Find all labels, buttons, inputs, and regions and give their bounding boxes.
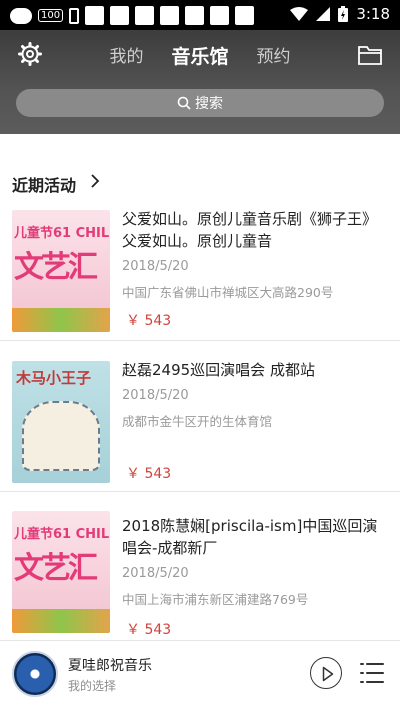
play-icon — [322, 666, 334, 682]
event-date: 2018/5/20 — [122, 388, 189, 403]
app-notification-icon — [185, 6, 205, 25]
system-status: 3:18 — [290, 5, 390, 23]
event-address: 中国广东省佛山市禅城区大高路290号 — [122, 285, 334, 300]
event-address: 成都市金牛区开的生体育馆 — [122, 414, 273, 429]
app-notification-icon — [135, 6, 155, 25]
app-notification-icon — [85, 6, 105, 25]
section-title[interactable]: 近期活动 — [12, 172, 76, 196]
event-address: 中国上海市浦东新区浦建路769号 — [122, 592, 309, 607]
event-title: 父爱如山。原创儿童音乐剧《狮子王》父爱如山。原创儿童音 — [122, 210, 378, 250]
main-tabs: 我的 音乐馆 预约 — [0, 42, 400, 69]
player-title: 夏哇郎祝音乐 — [68, 658, 152, 674]
chevron-right-icon[interactable] — [90, 173, 100, 189]
notification-icons: 100 — [10, 6, 255, 25]
event-item[interactable]: 木马小王子 赵磊2495巡回演唱会 成都站 2018/5/20 成都市金牛区开的… — [0, 347, 400, 492]
event-title: 2018陈慧娴[priscila-ism]中国巡回演唱会-成都新厂 — [122, 517, 378, 557]
battery-100-icon: 100 — [38, 9, 64, 22]
event-date: 2018/5/20 — [122, 259, 189, 274]
chat-icon — [10, 7, 32, 24]
play-button[interactable] — [310, 657, 342, 689]
app-notification-icon — [160, 6, 180, 25]
event-title: 赵磊2495巡回演唱会 成都站 — [122, 361, 315, 379]
event-poster: 木马小王子 — [12, 361, 110, 483]
event-price: ￥ 543 — [126, 466, 172, 482]
event-poster: 儿童节61 CHILDRE 文艺汇 — [12, 210, 110, 332]
mini-player[interactable]: 夏哇郎祝音乐 我的选择 — [0, 640, 400, 711]
app-notification-icon — [110, 6, 130, 25]
tab-mine[interactable]: 我的 — [109, 42, 143, 69]
poster-illustration — [22, 401, 100, 471]
app-notification-icon — [235, 6, 255, 25]
clock: 3:18 — [356, 5, 390, 23]
battery-charging-icon — [338, 6, 349, 22]
poster-band — [12, 609, 110, 633]
top-header: 我的 音乐馆 预约 搜索 — [0, 30, 400, 134]
search-icon — [177, 96, 191, 110]
event-price: ￥ 543 — [126, 622, 172, 638]
app-notification-icon — [210, 6, 230, 25]
poster-band — [12, 308, 110, 332]
search-bar[interactable]: 搜索 — [16, 89, 384, 117]
wifi-icon — [290, 7, 309, 21]
poster-text: 儿童节61 CHILDRE — [14, 527, 110, 542]
poster-text: 儿童节61 CHILDRE — [14, 226, 110, 241]
event-date: 2018/5/20 — [122, 566, 189, 581]
album-cover[interactable] — [12, 651, 58, 697]
player-subtitle: 我的选择 — [68, 679, 117, 693]
event-item[interactable]: 儿童节61 CHILDRE 文艺汇 父爱如山。原创儿童音乐剧《狮子王》父爱如山。… — [0, 196, 400, 341]
sim-icon — [69, 7, 80, 24]
event-item[interactable]: 儿童节61 CHILDRE 文艺汇 2018陈慧娴[priscila-ism]中… — [0, 497, 400, 642]
poster-text: 木马小王子 — [16, 369, 92, 387]
poster-text: 文艺汇 — [14, 551, 98, 586]
tab-reservation[interactable]: 预约 — [257, 42, 291, 69]
status-bar: 100 3:18 — [0, 0, 400, 30]
tab-music-hall[interactable]: 音乐馆 — [171, 42, 228, 69]
poster-text: 文艺汇 — [14, 250, 98, 285]
search-label: 搜索 — [195, 96, 223, 112]
signal-icon — [316, 7, 331, 21]
event-price: ￥ 543 — [126, 313, 172, 329]
folder-icon[interactable] — [358, 44, 382, 66]
event-poster: 儿童节61 CHILDRE 文艺汇 — [12, 511, 110, 633]
playlist-icon[interactable] — [360, 661, 384, 685]
